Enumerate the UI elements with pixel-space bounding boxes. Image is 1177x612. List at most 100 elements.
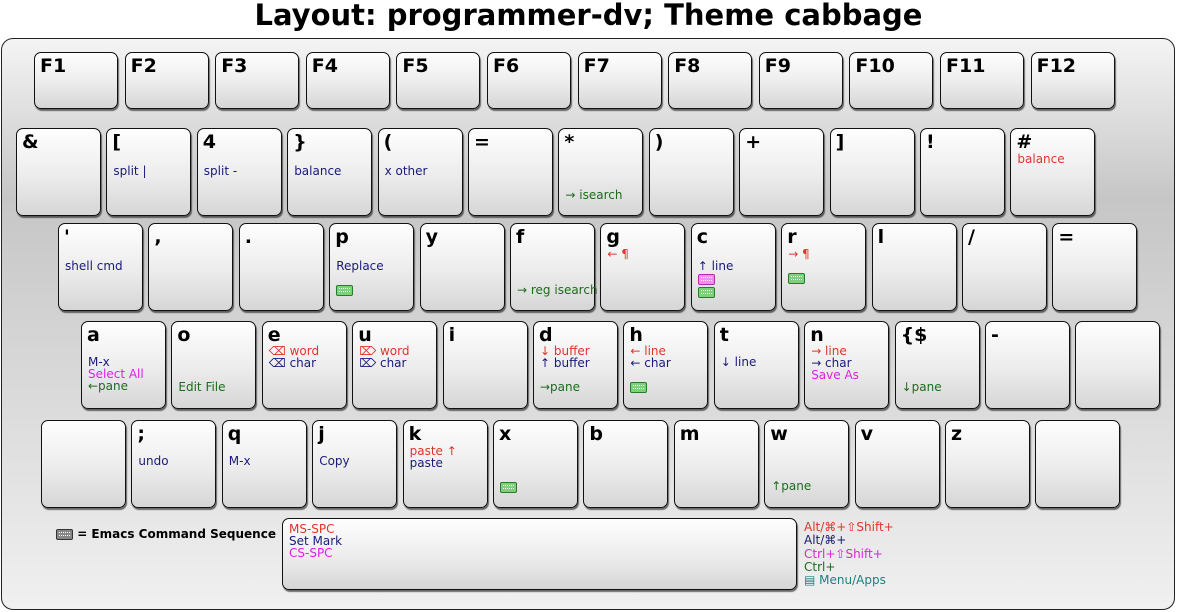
key-r4-6[interactable]: b <box>583 420 669 508</box>
key-action: Set Mark <box>289 535 794 547</box>
key-r2-0[interactable]: ' shell cmd <box>58 223 143 311</box>
key-r2-3[interactable]: p Replace <box>329 223 415 311</box>
key-action: →pane <box>540 381 615 393</box>
key-r0-6[interactable]: F7 <box>577 52 662 109</box>
key-actions: M-x Select All ←pane <box>88 356 163 392</box>
key-r1-3[interactable]: } balance <box>287 128 373 216</box>
key-r1-6[interactable]: * → isearch <box>558 128 644 216</box>
key-r0-0[interactable]: F1 <box>34 52 118 109</box>
key-action: ↑ line <box>698 260 773 272</box>
key-label: # <box>1016 131 1033 153</box>
key-r1-7[interactable]: ) <box>648 128 734 216</box>
key-r0-7[interactable]: F8 <box>668 52 753 109</box>
key-r2-8[interactable]: r → ¶ <box>781 223 867 311</box>
key-actions: split | <box>113 165 188 177</box>
key-r4-8[interactable]: w ↑pane <box>764 420 850 508</box>
key-r4-1[interactable]: ; undo <box>131 420 217 508</box>
key-r4-7[interactable]: m <box>673 420 759 508</box>
key-r1-8[interactable]: + <box>739 128 825 216</box>
key-r2-4[interactable]: y <box>419 223 505 311</box>
key-r0-11[interactable]: F12 <box>1030 52 1115 109</box>
key-r0-1[interactable]: F2 <box>124 52 209 109</box>
key-r4-9[interactable]: v <box>854 420 940 508</box>
key-label: o <box>177 324 191 346</box>
key-action-text: CS-SPC <box>289 546 333 560</box>
key-label: t <box>719 324 729 346</box>
key-r4-5[interactable]: x <box>493 420 578 508</box>
key-r3-4[interactable]: i <box>442 321 528 409</box>
key-r1-5[interactable]: = <box>468 128 553 216</box>
key-actions: shell cmd <box>65 260 140 272</box>
key-r0-2[interactable]: F3 <box>215 52 300 109</box>
key-r0-4[interactable]: F5 <box>396 52 481 109</box>
key-r1-1[interactable]: [split | <box>106 128 192 216</box>
key-r3-1[interactable]: o Edit File <box>171 321 257 409</box>
key-r1-10[interactable]: ! <box>920 128 1005 216</box>
key-r4-3[interactable]: j Copy <box>312 420 398 508</box>
key-label: ! <box>926 131 935 153</box>
key-r4-0[interactable] <box>41 420 126 508</box>
key-r1-2[interactable]: 4 split - <box>196 128 282 216</box>
key-label: ( <box>383 131 393 153</box>
key-label: b <box>589 423 603 445</box>
key-r1-4[interactable]: (x other <box>377 128 463 216</box>
key-r3-11[interactable] <box>1075 321 1161 409</box>
key-label: {$ <box>900 324 928 346</box>
key-r3-3[interactable]: u ⌦ word ⌦ char <box>352 321 438 409</box>
key-r2-6[interactable]: g ← ¶ <box>600 223 686 311</box>
key-r4-11[interactable] <box>1035 420 1121 508</box>
key-r0-10[interactable]: F11 <box>940 52 1024 109</box>
key-action: ← ¶ <box>607 248 682 260</box>
key-space[interactable]: MS-SPC Set Mark CS-SPC <box>282 518 797 590</box>
key-r3-7[interactable]: t ↓ line <box>713 321 799 409</box>
key-label: p <box>335 226 349 248</box>
key-r4-2[interactable]: q M-x <box>221 420 307 508</box>
key-r3-0[interactable]: a M-x Select All ←pane <box>81 321 166 409</box>
key-r2-7[interactable]: c ↑ line <box>690 223 776 311</box>
key-r2-5[interactable]: f → reg isearch <box>510 223 598 311</box>
key-r3-10[interactable]: - <box>985 321 1070 409</box>
keyboard-icon <box>56 529 73 540</box>
key-r2-1[interactable]: , <box>148 223 234 311</box>
key-action: ⌫ char <box>269 357 344 369</box>
key-r3-6[interactable]: h ← line ← char <box>623 321 709 409</box>
key-action-text: Edit File <box>178 380 226 394</box>
key-actions: Replace <box>336 260 411 296</box>
key-action-text: ↓ line <box>720 355 757 369</box>
key-label: a <box>87 324 100 346</box>
key-r2-11[interactable]: = <box>1052 223 1138 311</box>
key-r0-8[interactable]: F9 <box>758 52 843 109</box>
key-actions: balance <box>294 165 369 177</box>
key-r2-2[interactable]: . <box>238 223 324 311</box>
key-label: , <box>154 226 162 248</box>
key-r3-9[interactable]: {$ ↓pane <box>894 321 980 409</box>
key-r1-11[interactable]: # balance <box>1010 128 1096 216</box>
key-r3-2[interactable]: e ⌫ word ⌫ char <box>261 321 347 409</box>
key-r2-10[interactable]: / <box>962 223 1047 311</box>
key-action: MS-SPC <box>289 523 794 535</box>
modifier-legend: Alt/⌘+⇧Shift+ Alt/⌘+ Ctrl+⇧Shift+ Ctrl+ ▤ Me… <box>804 520 894 587</box>
key-actions: ↓pane <box>902 381 977 393</box>
emacs-sequence-line <box>788 272 863 284</box>
key-action-text: undo <box>138 454 169 468</box>
modifier-item: Ctrl+⇧Shift+ <box>804 546 883 561</box>
keyboard-icon <box>500 482 517 493</box>
key-r0-5[interactable]: F6 <box>487 52 571 109</box>
key-label: F8 <box>674 55 701 77</box>
modifier-item: Alt/⌘+⇧Shift+ <box>804 520 894 534</box>
key-action-text: ← char <box>630 356 671 370</box>
key-r3-5[interactable]: d ↓ buffer ↑ buffer →pane <box>533 321 618 409</box>
key-r4-10[interactable]: z <box>945 420 1030 508</box>
key-r4-4[interactable]: k paste ↑ paste <box>402 420 488 508</box>
key-r2-9[interactable]: l <box>871 223 957 311</box>
key-actions: paste ↑ paste <box>410 445 485 469</box>
keyboard-icon <box>697 287 715 298</box>
key-r1-9[interactable]: ] <box>829 128 915 216</box>
key-r0-9[interactable]: F10 <box>849 52 934 109</box>
key-label: F2 <box>130 55 157 77</box>
key-r1-0[interactable]: & <box>16 128 101 216</box>
key-action-text: Replace <box>336 259 384 273</box>
key-action-text: balance <box>294 164 342 178</box>
key-r3-8[interactable]: n → line → char Save As <box>804 321 890 409</box>
key-r0-3[interactable]: F4 <box>305 52 390 109</box>
